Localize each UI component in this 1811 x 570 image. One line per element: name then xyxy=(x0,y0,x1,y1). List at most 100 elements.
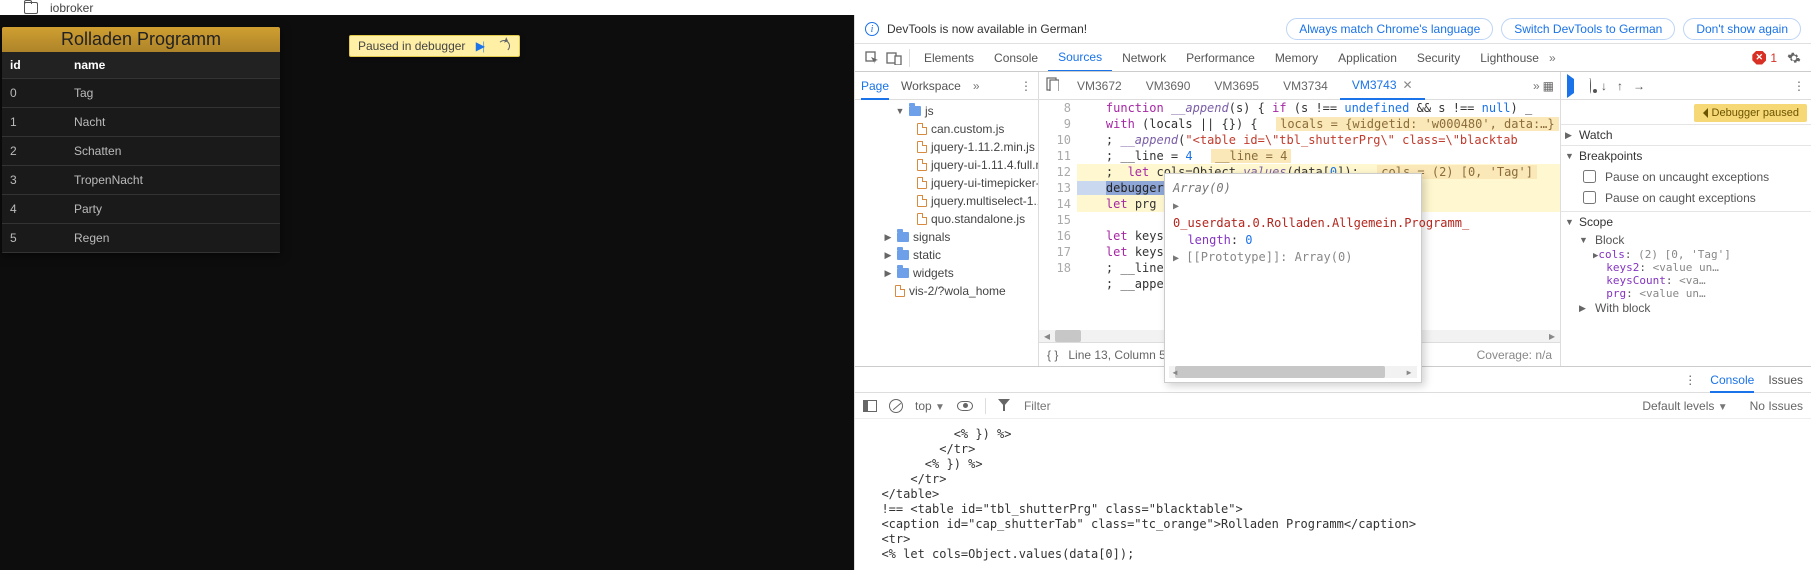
editor-tab[interactable]: VM3695 xyxy=(1202,72,1271,100)
popover-h-scrollbar[interactable]: ◂ ▸ xyxy=(1169,366,1417,378)
table-header-row: id name xyxy=(2,52,280,79)
tab-sources[interactable]: Sources xyxy=(1048,44,1112,72)
coverage-label: Coverage: n/a xyxy=(1477,348,1552,362)
tab-security[interactable]: Security xyxy=(1407,44,1470,72)
close-icon[interactable]: ✕ xyxy=(1403,78,1413,92)
scroll-thumb[interactable] xyxy=(1175,366,1385,378)
expand-icon[interactable]: ▶ xyxy=(1173,253,1179,264)
console-output[interactable]: <% }) %> </tr> <% }) %> </tr> </table> !… xyxy=(855,419,1811,570)
tab-lighthouse[interactable]: Lighthouse xyxy=(1470,44,1549,72)
step-into-button[interactable]: ↓ xyxy=(1601,79,1607,93)
debugger-menu-icon[interactable]: ⋮ xyxy=(1793,79,1805,93)
debugger-paused-badge: Debugger paused xyxy=(1694,104,1807,122)
scroll-thumb[interactable] xyxy=(1055,330,1081,342)
debugger-sidebar[interactable]: ↓ ↑ → ⋮ Debugger paused ▶Watch ▼Breakpoi… xyxy=(1561,72,1811,366)
match-language-button[interactable]: Always match Chrome's language xyxy=(1286,18,1493,40)
folder-icon xyxy=(24,2,38,14)
editor-more-icon[interactable]: » xyxy=(1533,79,1537,93)
filter-input[interactable] xyxy=(1022,398,1142,414)
dont-show-again-button[interactable]: Don't show again xyxy=(1683,18,1801,40)
file-icon xyxy=(917,141,927,153)
context-selector[interactable]: top ▼ xyxy=(915,399,945,413)
file-icon xyxy=(917,213,927,225)
scope-block[interactable]: ▼Block xyxy=(1579,232,1807,248)
watch-section[interactable]: ▶Watch xyxy=(1561,125,1811,145)
step-out-button[interactable]: ↑ xyxy=(1617,79,1623,93)
folder-icon xyxy=(897,250,909,260)
drawer-menu-icon[interactable]: ⋮ xyxy=(1684,373,1696,387)
device-mode-icon[interactable] xyxy=(883,51,905,65)
file-icon xyxy=(917,123,927,135)
devtools-infobar: i DevTools is now available in German! A… xyxy=(855,15,1811,44)
no-issues-label: No Issues xyxy=(1750,399,1803,413)
editor-tab[interactable]: VM3690 xyxy=(1134,72,1203,100)
error-icon[interactable]: ✕ xyxy=(1752,51,1766,65)
file-tree[interactable]: ▼js can.custom.js jquery-1.11.2.min.js j… xyxy=(855,100,1038,366)
more-tabs-icon[interactable]: » xyxy=(1549,51,1553,65)
editor-tab[interactable]: VM3672 xyxy=(1065,72,1134,100)
pause-uncaught-checkbox[interactable]: Pause on uncaught exceptions xyxy=(1579,166,1807,187)
drawer-tab-console[interactable]: Console xyxy=(1710,373,1754,393)
pretty-print-icon[interactable]: { } xyxy=(1047,348,1058,362)
tab-performance[interactable]: Performance xyxy=(1176,44,1265,72)
editor-tab-active[interactable]: VM3743✕ xyxy=(1340,72,1425,100)
scope-var-keys2: keys2: <value un… xyxy=(1593,261,1807,274)
switch-german-button[interactable]: Switch DevTools to German xyxy=(1501,18,1675,40)
devtools: i DevTools is now available in German! A… xyxy=(854,15,1811,570)
table-row: 2Schatten xyxy=(2,137,280,166)
line-gutter[interactable]: 89101112131415161718 xyxy=(1039,100,1077,330)
settings-gear-icon[interactable] xyxy=(1783,51,1805,65)
shutter-table: Rolladen Programm id name 0Tag 1Nacht 2S… xyxy=(2,27,280,253)
program-table: id name 0Tag 1Nacht 2Schatten 3TropenNac… xyxy=(2,52,280,253)
editor-tab[interactable]: VM3734 xyxy=(1271,72,1340,100)
paused-overlay: Paused in debugger ▶| xyxy=(349,35,520,57)
scope-with-block[interactable]: ▶With block xyxy=(1579,300,1807,316)
levels-selector[interactable]: Default levels ▼ xyxy=(1642,399,1727,413)
drawer-tab-issues[interactable]: Issues xyxy=(1768,373,1803,387)
nav-menu-icon[interactable]: ⋮ xyxy=(1020,79,1032,93)
app-viewport[interactable]: Rolladen Programm id name 0Tag 1Nacht 2S… xyxy=(0,15,854,570)
step-button[interactable]: → xyxy=(1633,79,1645,93)
nav-tab-page[interactable]: Page xyxy=(861,79,889,100)
clear-console-icon[interactable] xyxy=(889,399,903,413)
breakpoints-section[interactable]: ▼Breakpoints xyxy=(1561,146,1811,166)
file-icon xyxy=(917,195,927,207)
table-row: 5Regen xyxy=(2,224,280,253)
live-expression-icon[interactable] xyxy=(957,401,973,411)
step-over-button[interactable] xyxy=(1589,79,1591,93)
tab-elements[interactable]: Elements xyxy=(914,44,984,72)
inspect-icon[interactable] xyxy=(861,51,883,65)
cursor-pos: Line 13, Column 5 xyxy=(1068,348,1165,362)
scope-section[interactable]: ▼Scope xyxy=(1561,212,1811,232)
sources-navigator[interactable]: Page Workspace » ⋮ ▼js can.custom.js jqu… xyxy=(855,72,1039,366)
step-over-icon[interactable] xyxy=(495,39,513,53)
table-row: 0Tag xyxy=(2,79,280,108)
tab-application[interactable]: Application xyxy=(1328,44,1407,72)
error-count: 1 xyxy=(1770,51,1777,65)
table-row: 1Nacht xyxy=(2,108,280,137)
sidebar-toggle-icon[interactable] xyxy=(863,400,877,412)
th-name: name xyxy=(66,52,280,79)
nav-more-icon[interactable]: » xyxy=(973,79,977,93)
infobar-text: DevTools is now available in German! xyxy=(887,22,1087,36)
browser-tab[interactable]: iobroker xyxy=(0,0,1811,15)
devtools-toolbar: Elements Console Sources Network Perform… xyxy=(855,44,1811,72)
console-drawer[interactable]: ⋮ Console Issues top ▼ Default levels ▼ … xyxy=(855,366,1811,570)
file-icon xyxy=(895,285,905,297)
expand-icon[interactable]: ▶ xyxy=(1173,201,1179,212)
tab-memory[interactable]: Memory xyxy=(1265,44,1328,72)
tab-console[interactable]: Console xyxy=(984,44,1048,72)
resume-icon[interactable]: ▶| xyxy=(471,39,489,53)
th-id: id xyxy=(2,52,66,79)
scope-var-cols[interactable]: ▶cols: (2) [0, 'Tag'] xyxy=(1593,248,1807,261)
value-popover[interactable]: Array(0) ▶ 0_userdata.0.Rolladen.Allgeme… xyxy=(1164,173,1422,383)
file-nav-icon[interactable] xyxy=(1045,77,1059,94)
snippets-icon[interactable]: ▦ xyxy=(1543,79,1554,93)
pause-caught-checkbox[interactable]: Pause on caught exceptions xyxy=(1579,187,1807,208)
resume-button[interactable] xyxy=(1567,79,1579,93)
paused-text: Paused in debugger xyxy=(358,39,465,53)
tab-network[interactable]: Network xyxy=(1112,44,1176,72)
filter-icon xyxy=(998,399,1010,412)
file-icon xyxy=(917,177,927,189)
nav-tab-workspace[interactable]: Workspace xyxy=(901,79,961,93)
